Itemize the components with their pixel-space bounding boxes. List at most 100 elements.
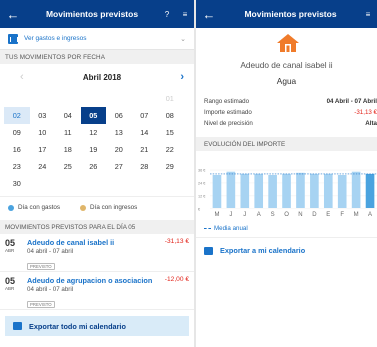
movement-category: Agua <box>276 76 297 86</box>
movement-info: Rango estimado 04 Abril - 07 Abril Importe… <box>204 96 377 129</box>
chart-bar[interactable] <box>337 175 347 208</box>
info-value: Alta <box>365 120 377 127</box>
detail-header-bar: ← Movimientos previstos ≡ <box>196 0 377 28</box>
movement-day: 05 <box>5 276 16 286</box>
help-icon[interactable]: ? <box>158 10 176 19</box>
x-tick-label: A <box>257 212 261 218</box>
menu-icon[interactable]: ≡ <box>359 10 377 19</box>
calendar-day[interactable]: 21 <box>132 141 158 158</box>
y-tick-label: 12 € <box>198 194 206 198</box>
status-badge: PREVISTO <box>27 263 55 270</box>
movement-name[interactable]: Adeudo de agrupacion o asociacion <box>27 276 165 285</box>
calendar-day[interactable]: 03 <box>30 107 56 124</box>
calendar-week: 23 24 25 26 27 28 29 <box>4 158 190 175</box>
average-line-icon <box>204 228 211 229</box>
calendar-day[interactable]: 26 <box>81 158 107 175</box>
calendar-empty <box>132 175 158 192</box>
export-all-button[interactable]: Exportar todo mi calendario <box>5 316 189 336</box>
calendar-day[interactable]: 09 <box>4 124 30 141</box>
chart-bar[interactable] <box>240 173 250 208</box>
x-tick-label: S <box>271 212 275 218</box>
y-tick-label: 36 € <box>198 169 206 173</box>
calendar-day[interactable]: 23 <box>4 158 30 175</box>
chart-bar[interactable] <box>254 173 264 208</box>
right-screen: ← Movimientos previstos ≡ Adeudo de cana… <box>196 0 377 347</box>
chart-bar[interactable] <box>351 171 361 208</box>
movement-item[interactable]: 05 ABR Adeudo de agrupacion o asociacion 04… <box>0 272 194 310</box>
calendar-day[interactable]: 08 <box>157 107 183 124</box>
calendar-day[interactable]: 18 <box>55 141 81 158</box>
chart-bar[interactable] <box>212 175 222 208</box>
chart-bar[interactable] <box>268 175 277 208</box>
calendar-day[interactable]: 22 <box>157 141 183 158</box>
calendar-day[interactable]: 01 <box>157 90 183 107</box>
calendar-day[interactable]: 02 <box>4 107 30 124</box>
section-list-header: MOVIMIENTOS PREVISTOS PARA EL DÍA 05 <box>0 220 194 234</box>
movement-item[interactable]: 05 ABR Adeudo de canal isabel ii 04 abril -… <box>0 234 194 272</box>
detail-page-title: Movimientos previstos <box>244 9 337 19</box>
legend-gastos-label: Día con gastos <box>18 204 61 211</box>
info-row: Rango estimado 04 Abril - 07 Abril <box>204 96 377 107</box>
calendar-day[interactable]: 24 <box>30 158 56 175</box>
movement-range: 04 abril - 07 abril <box>27 248 74 255</box>
left-screen: ← Movimientos previstos ? ≡ Ver gastos e… <box>0 0 194 347</box>
x-tick-label: A <box>368 212 372 218</box>
movement-name[interactable]: Adeudo de canal isabel ii <box>27 238 165 247</box>
calendar-day[interactable]: 30 <box>4 175 30 192</box>
back-icon[interactable]: ← <box>0 7 26 22</box>
filter-label: Ver gastos e ingresos <box>24 35 87 42</box>
calendar-day[interactable]: 05 <box>80 107 106 124</box>
calendar-icon <box>13 322 22 330</box>
export-all-label: Exportar todo mi calendario <box>29 321 126 331</box>
chart-bar[interactable] <box>365 173 375 208</box>
calendar-day[interactable]: 07 <box>132 107 158 124</box>
movement-amount: -12,00 € <box>164 276 189 283</box>
calendar-day[interactable]: 12 <box>81 124 107 141</box>
calendar-day[interactable]: 29 <box>157 158 183 175</box>
calendar-day[interactable]: 10 <box>30 124 56 141</box>
next-month-icon[interactable]: › <box>180 71 184 83</box>
chart-bar[interactable] <box>310 173 319 208</box>
calendar-day[interactable]: 27 <box>106 158 132 175</box>
calendar-day[interactable]: 06 <box>106 107 132 124</box>
x-tick-label: O <box>284 212 289 218</box>
calendar-day[interactable]: 28 <box>132 158 158 175</box>
movement-month: ABR <box>5 248 15 253</box>
chart-bar[interactable] <box>226 171 236 208</box>
calendar-day[interactable]: 25 <box>55 158 81 175</box>
calendar-day[interactable]: 14 <box>132 124 158 141</box>
expense-dot-icon <box>8 204 14 211</box>
legend-gastos: Día con gastos <box>8 204 60 211</box>
calendar-day[interactable]: 15 <box>157 124 183 141</box>
income-dot-icon <box>80 204 87 211</box>
calendar-day[interactable]: 04 <box>55 107 81 124</box>
calendar-week: 16 17 18 19 20 21 22 <box>4 141 190 158</box>
movement-month: ABR <box>5 286 15 291</box>
calendar-empty <box>30 175 56 192</box>
calendar-day[interactable]: 11 <box>55 124 81 141</box>
prev-month-icon[interactable]: ‹ <box>20 71 24 83</box>
calendar-day[interactable]: 13 <box>106 124 132 141</box>
movements-list: 05 ABR Adeudo de canal isabel ii 04 abril -… <box>0 234 194 310</box>
filter-selector[interactable]: Ver gastos e ingresos ⌄ <box>0 28 194 50</box>
calendar-week: 30 <box>4 175 190 192</box>
movement-date: 05 ABR <box>5 238 27 268</box>
export-calendar-button[interactable]: Exportar a mi calendario <box>204 246 305 255</box>
menu-icon[interactable]: ≡ <box>176 10 194 19</box>
back-icon[interactable]: ← <box>196 7 222 22</box>
average-label: Media anual <box>214 225 248 232</box>
status-badge: PREVISTO <box>27 301 55 308</box>
chart-bar[interactable] <box>296 172 305 208</box>
chart-bar[interactable] <box>282 173 291 208</box>
x-tick-label: J <box>229 212 232 218</box>
info-key: Rango estimado <box>204 98 250 105</box>
month-label: Abril 2018 <box>82 72 122 82</box>
calendar-day[interactable]: 20 <box>106 141 132 158</box>
info-value: 04 Abril - 07 Abril <box>326 98 377 105</box>
calendar-day[interactable]: 19 <box>81 141 107 158</box>
chart-bar[interactable] <box>323 173 333 208</box>
x-tick-label: M <box>214 212 219 218</box>
calendar-day[interactable]: 16 <box>4 141 30 158</box>
calendar-day[interactable]: 17 <box>30 141 56 158</box>
x-tick-label: N <box>298 212 302 218</box>
